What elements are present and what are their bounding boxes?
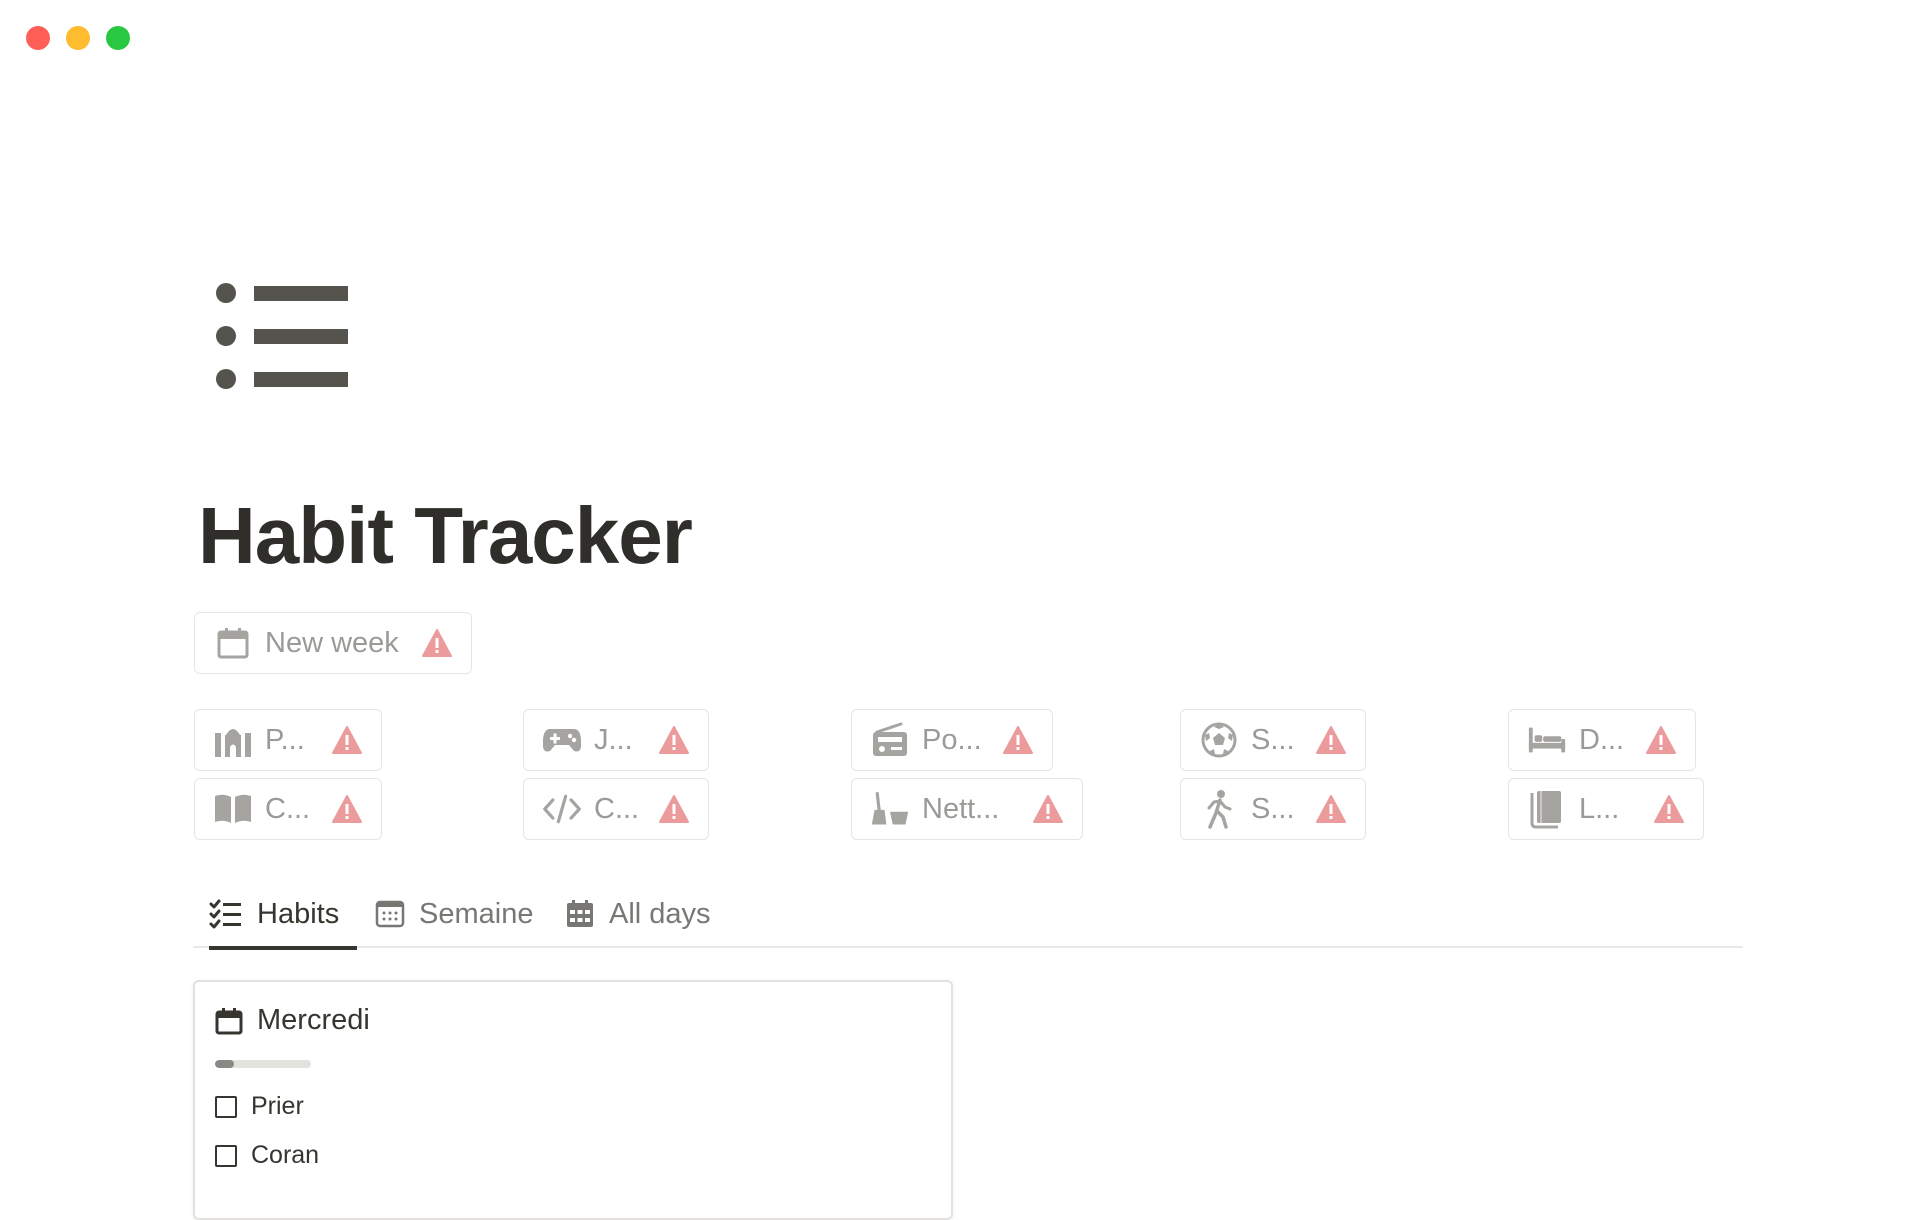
day-card[interactable]: Mercredi Prier Coran	[193, 980, 953, 1220]
card-title[interactable]: Mercredi	[215, 1004, 370, 1037]
new-week-label: New week	[265, 626, 399, 659]
tab-label: All days	[609, 897, 711, 930]
todo-label: Prier	[251, 1092, 304, 1120]
card-title-text: Mercredi	[257, 1004, 370, 1036]
bed-icon	[1527, 720, 1567, 760]
warning-icon	[332, 726, 362, 754]
books-icon	[1527, 789, 1567, 829]
habit-link-label: Po...	[922, 723, 982, 756]
gamepad-icon	[542, 720, 582, 760]
soccer-ball-icon	[1199, 720, 1239, 760]
bulleted-list-icon[interactable]	[208, 270, 358, 400]
broom-bucket-icon	[870, 789, 910, 829]
warning-icon	[1316, 795, 1346, 823]
habit-link-label: S...	[1251, 723, 1295, 756]
mosque-icon	[213, 720, 253, 760]
window-controls	[26, 26, 130, 50]
todo-item: Coran	[215, 1141, 319, 1170]
habit-link-9[interactable]: D...	[1508, 709, 1696, 771]
habit-link-2[interactable]: C...	[194, 778, 382, 840]
habit-link-6[interactable]: Nett...	[851, 778, 1083, 840]
todo-checkbox[interactable]	[215, 1144, 237, 1167]
habit-link-label: C...	[594, 792, 640, 825]
progress-bar	[215, 1060, 311, 1068]
habit-link-label: S...	[1251, 792, 1295, 825]
habit-link-label: P...	[265, 723, 305, 756]
warning-icon	[1316, 726, 1346, 754]
warning-icon	[1003, 726, 1033, 754]
warning-icon	[1033, 795, 1063, 823]
calendar-icon	[215, 1007, 243, 1034]
code-icon	[542, 789, 582, 829]
minimize-window-button[interactable]	[66, 26, 90, 50]
warning-icon	[659, 726, 689, 754]
new-week-link[interactable]: New week	[194, 612, 472, 674]
habit-link-8[interactable]: S...	[1180, 778, 1366, 840]
todo-item: Prier	[215, 1092, 304, 1121]
habit-link-label: J...	[594, 723, 633, 756]
zoom-window-button[interactable]	[106, 26, 130, 50]
warning-icon	[659, 795, 689, 823]
checklist-icon	[209, 899, 241, 929]
todo-checkbox[interactable]	[215, 1095, 237, 1118]
warning-icon	[422, 629, 452, 657]
warning-icon	[1646, 726, 1676, 754]
radio-icon	[870, 720, 910, 760]
open-book-icon	[213, 789, 253, 829]
warning-icon	[1654, 795, 1684, 823]
habit-link-1[interactable]: P...	[194, 709, 382, 771]
habit-link-3[interactable]: J...	[523, 709, 709, 771]
tab-semaine[interactable]: Semaine	[375, 880, 533, 948]
tab-label: Habits	[257, 897, 340, 930]
calendar-icon	[213, 623, 253, 663]
tab-habits[interactable]: Habits	[209, 880, 358, 950]
tab-all-days[interactable]: All days	[565, 880, 711, 948]
habit-link-label: D...	[1579, 723, 1625, 756]
habit-link-label: L...	[1579, 792, 1620, 825]
calendar-grid-icon	[375, 900, 405, 928]
habit-link-10[interactable]: L...	[1508, 778, 1704, 840]
page-title[interactable]: Habit Tracker	[198, 496, 693, 576]
close-window-button[interactable]	[26, 26, 50, 50]
habit-link-7[interactable]: S...	[1180, 709, 1366, 771]
tab-label: Semaine	[419, 897, 534, 930]
progress-fill	[215, 1060, 235, 1068]
habit-link-4[interactable]: C...	[523, 778, 709, 840]
view-tabs: Habits Semaine All days	[193, 880, 1743, 950]
habit-link-label: Nett...	[922, 792, 1000, 825]
todo-label: Coran	[251, 1141, 320, 1169]
calendar-month-icon	[567, 900, 593, 927]
habit-link-5[interactable]: Po...	[851, 709, 1053, 771]
walking-person-icon	[1199, 789, 1239, 829]
habit-link-label: C...	[265, 792, 311, 825]
warning-icon	[332, 795, 362, 823]
